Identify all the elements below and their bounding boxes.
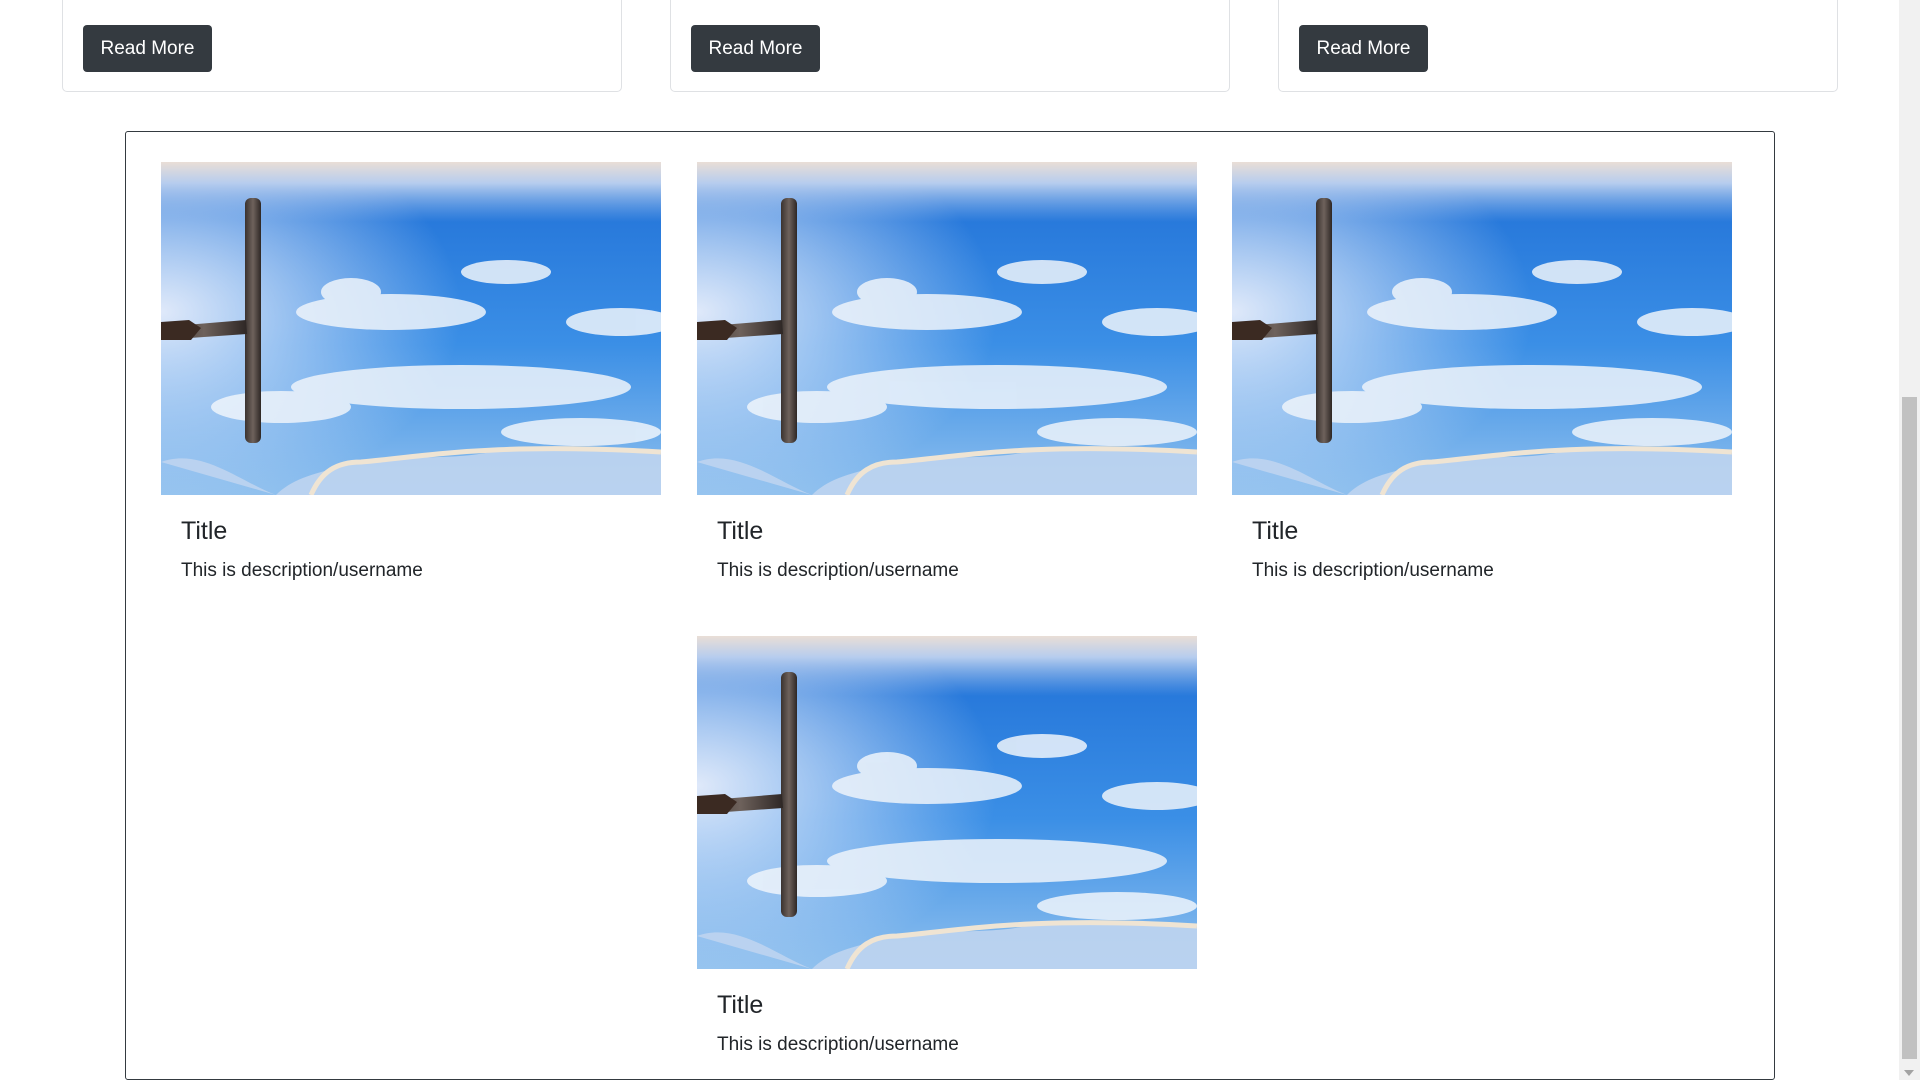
article-card: ​ Read More	[1278, 0, 1838, 92]
card-description: This is description/username	[1252, 560, 1494, 581]
card-title: Title	[717, 517, 764, 545]
vertical-scrollbar[interactable]	[1899, 0, 1920, 1080]
gallery-image[interactable]	[1232, 162, 1732, 495]
gallery-card[interactable]: Title This is description/username	[697, 162, 1197, 612]
article-card: ​ Read More	[62, 0, 622, 92]
gallery-card[interactable]: Title This is description/username	[697, 636, 1197, 1076]
card-description: This is description/username	[181, 560, 423, 581]
card-title: Title	[181, 517, 228, 545]
read-more-button[interactable]: Read More	[691, 25, 820, 72]
gallery-image[interactable]	[161, 162, 661, 495]
gallery-container: Title This is description/username Title…	[125, 131, 1775, 1080]
gallery-card[interactable]: Title This is description/username	[1232, 162, 1732, 612]
card-title: Title	[717, 991, 764, 1019]
scrollbar-thumb[interactable]	[1902, 397, 1917, 1059]
card-description: This is description/username	[717, 1034, 959, 1055]
card-description: This is description/username	[717, 560, 959, 581]
page-viewport: ​ Read More ​ Read More ​ Read More Titl…	[0, 0, 1899, 1080]
gallery-image[interactable]	[697, 636, 1197, 969]
chevron-down-icon[interactable]	[1904, 1070, 1914, 1076]
article-card: ​ Read More	[670, 0, 1230, 92]
card-title: Title	[1252, 517, 1299, 545]
gallery-image[interactable]	[697, 162, 1197, 495]
gallery-card[interactable]: Title This is description/username	[161, 162, 661, 612]
read-more-button[interactable]: Read More	[83, 25, 212, 72]
read-more-button[interactable]: Read More	[1299, 25, 1428, 72]
